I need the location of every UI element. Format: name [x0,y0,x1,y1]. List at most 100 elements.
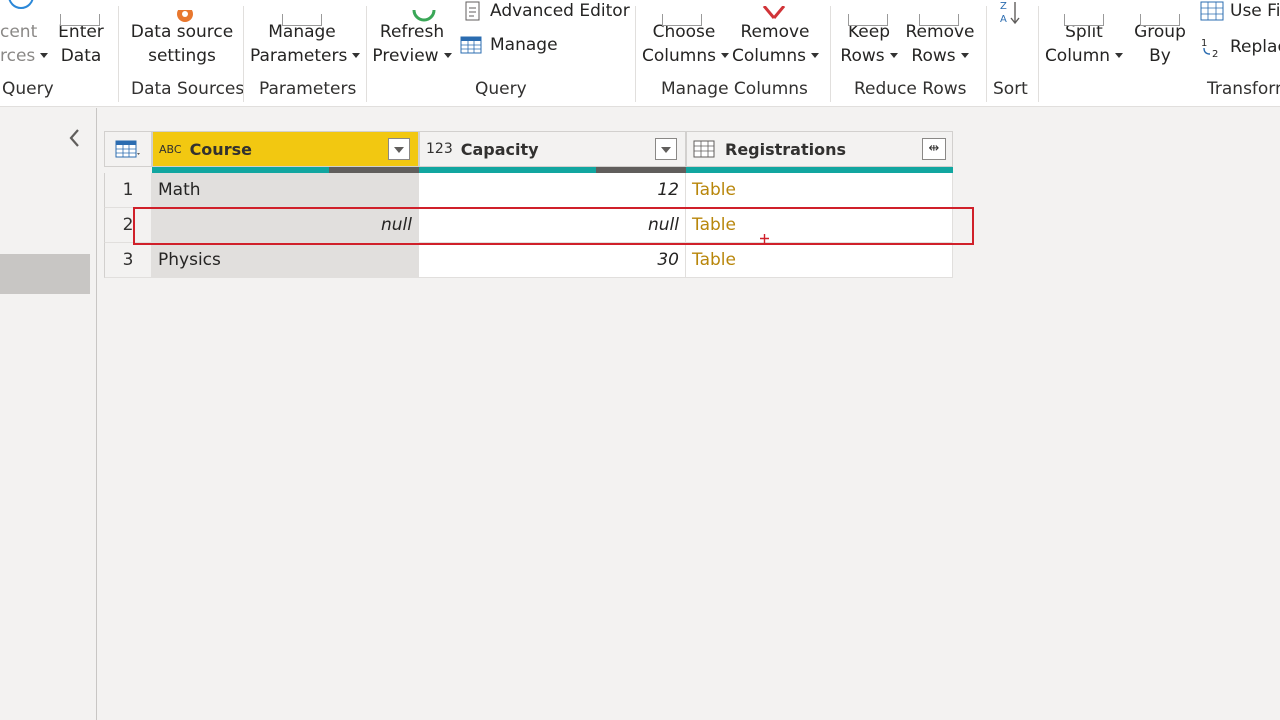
selected-query-item[interactable] [0,254,90,294]
table-menu-button[interactable] [104,131,152,167]
group-label-parameters: Parameters [259,79,357,99]
chevron-down-icon [1115,53,1124,58]
group-label-sort: Sort [993,79,1028,99]
refresh-preview-label-2: Preview [372,46,439,66]
row-number[interactable]: 3 [104,243,152,278]
highlight-box [133,207,974,245]
group-label-transform: Transform [1207,79,1280,99]
group-label-data-sources: Data Sources [131,79,245,99]
column-name-course: Course [189,139,252,159]
enter-data-button[interactable]: Enter Data [58,14,104,68]
number-type-icon[interactable]: 123 [426,141,453,157]
svg-text:Z: Z [1000,1,1007,12]
group-by-button[interactable]: Group By [1132,14,1188,68]
group-label-query-left: Query [2,79,54,99]
manage-parameters-button[interactable]: Manage Parameters [250,14,361,68]
choose-columns-label-2: Columns [642,46,716,66]
advanced-editor-icon [465,1,480,21]
expand-column-icon[interactable]: ⇹ [922,138,946,160]
separator [830,6,831,102]
group-label-manage-columns: Manage Columns [661,79,808,99]
recent-sources-label-1: cent [0,22,38,42]
column-filter-dropdown[interactable] [655,138,677,160]
replace-values-button[interactable]: 12 Replac [1200,36,1280,58]
remove-x-icon [762,6,786,19]
table-type-icon[interactable] [693,139,717,159]
enter-data-label-2: Data [60,46,102,66]
chevron-down-icon [40,53,49,58]
refresh-icon [412,9,436,22]
separator [986,6,987,102]
gear-icon [177,10,193,22]
data-grid: ABC Course 123 Capacity Registrations ⇹ … [104,131,953,278]
separator [366,6,367,102]
cell-course[interactable]: Physics [152,243,419,278]
remove-rows-label-2: Rows [911,46,956,66]
use-first-row-button[interactable]: Use Fi [1200,0,1280,22]
remove-columns-button[interactable]: Remove Columns [732,6,819,68]
cell-capacity[interactable]: 12 [419,173,686,208]
chevron-down-icon [889,53,898,58]
split-column-label-2: Column [1044,46,1111,66]
manage-button[interactable]: Manage [460,35,566,55]
recent-sources-label-2: rces [0,46,36,66]
svg-text:2: 2 [1212,49,1218,58]
separator [118,6,119,102]
keep-rows-icon [848,14,888,26]
recent-sources-icon [8,0,34,9]
ribbon: cent rces Enter Data Query Data source s… [0,0,1280,107]
parameters-icon [282,14,322,26]
split-column-icon [1064,14,1104,26]
manage-label: Manage [490,35,558,55]
column-header-course[interactable]: ABC Course [152,131,419,167]
separator [635,6,636,102]
row-number[interactable]: 1 [104,173,152,208]
separator [243,6,244,102]
column-header-registrations[interactable]: Registrations ⇹ [686,131,953,167]
cell-capacity[interactable]: 30 [419,243,686,278]
table-icon [60,14,100,26]
table-icon [115,140,140,158]
remove-rows-button[interactable]: Remove Rows [905,14,975,68]
column-name-registrations: Registrations [725,139,847,159]
data-source-settings-label-2: settings [148,46,216,66]
chevron-down-icon [443,53,452,58]
group-by-icon [1140,14,1180,26]
use-first-row-label: Use Fi [1230,1,1280,21]
cell-course[interactable]: Math [152,173,419,208]
keep-rows-button[interactable]: Keep Rows [840,14,898,68]
column-filter-dropdown[interactable] [388,138,410,160]
advanced-editor-button[interactable]: Advanced Editor [462,0,630,22]
text-type-icon[interactable]: ABC [159,143,182,156]
choose-columns-icon [662,14,702,26]
column-name-capacity: Capacity [460,139,539,159]
column-header-capacity[interactable]: 123 Capacity [419,131,686,167]
crosshair-cursor-icon [760,234,769,243]
choose-columns-button[interactable]: Choose Columns [642,14,729,68]
split-column-button[interactable]: Split Column [1044,14,1124,68]
svg-text:1: 1 [1201,38,1207,49]
cell-registrations-table-link[interactable]: Table [686,173,953,208]
advanced-editor-label: Advanced Editor [490,1,630,21]
queries-pane [0,108,97,720]
data-source-settings-button[interactable]: Data source settings [130,10,234,68]
chevron-left-icon[interactable] [66,126,84,150]
keep-rows-label-2: Rows [840,46,885,66]
group-label-query: Query [475,79,527,99]
replace-values-icon: 12 [1201,38,1218,58]
group-by-label-2: By [1149,46,1171,66]
replace-values-label: Replac [1230,37,1280,57]
cell-registrations-table-link[interactable]: Table [686,243,953,278]
chevron-down-icon [352,53,361,58]
refresh-preview-button[interactable]: Refresh Preview [372,9,452,68]
separator [1038,6,1039,102]
sort-ascending-icon[interactable]: ZA [998,0,1024,26]
chevron-down-icon [960,53,969,58]
remove-columns-label-2: Columns [732,46,806,66]
table-icon [460,36,482,54]
table-icon [1200,1,1224,21]
svg-text:A: A [1000,14,1007,25]
chevron-down-icon [810,53,819,58]
group-label-reduce-rows: Reduce Rows [854,79,967,99]
recent-sources-button[interactable]: cent rces [0,0,50,68]
